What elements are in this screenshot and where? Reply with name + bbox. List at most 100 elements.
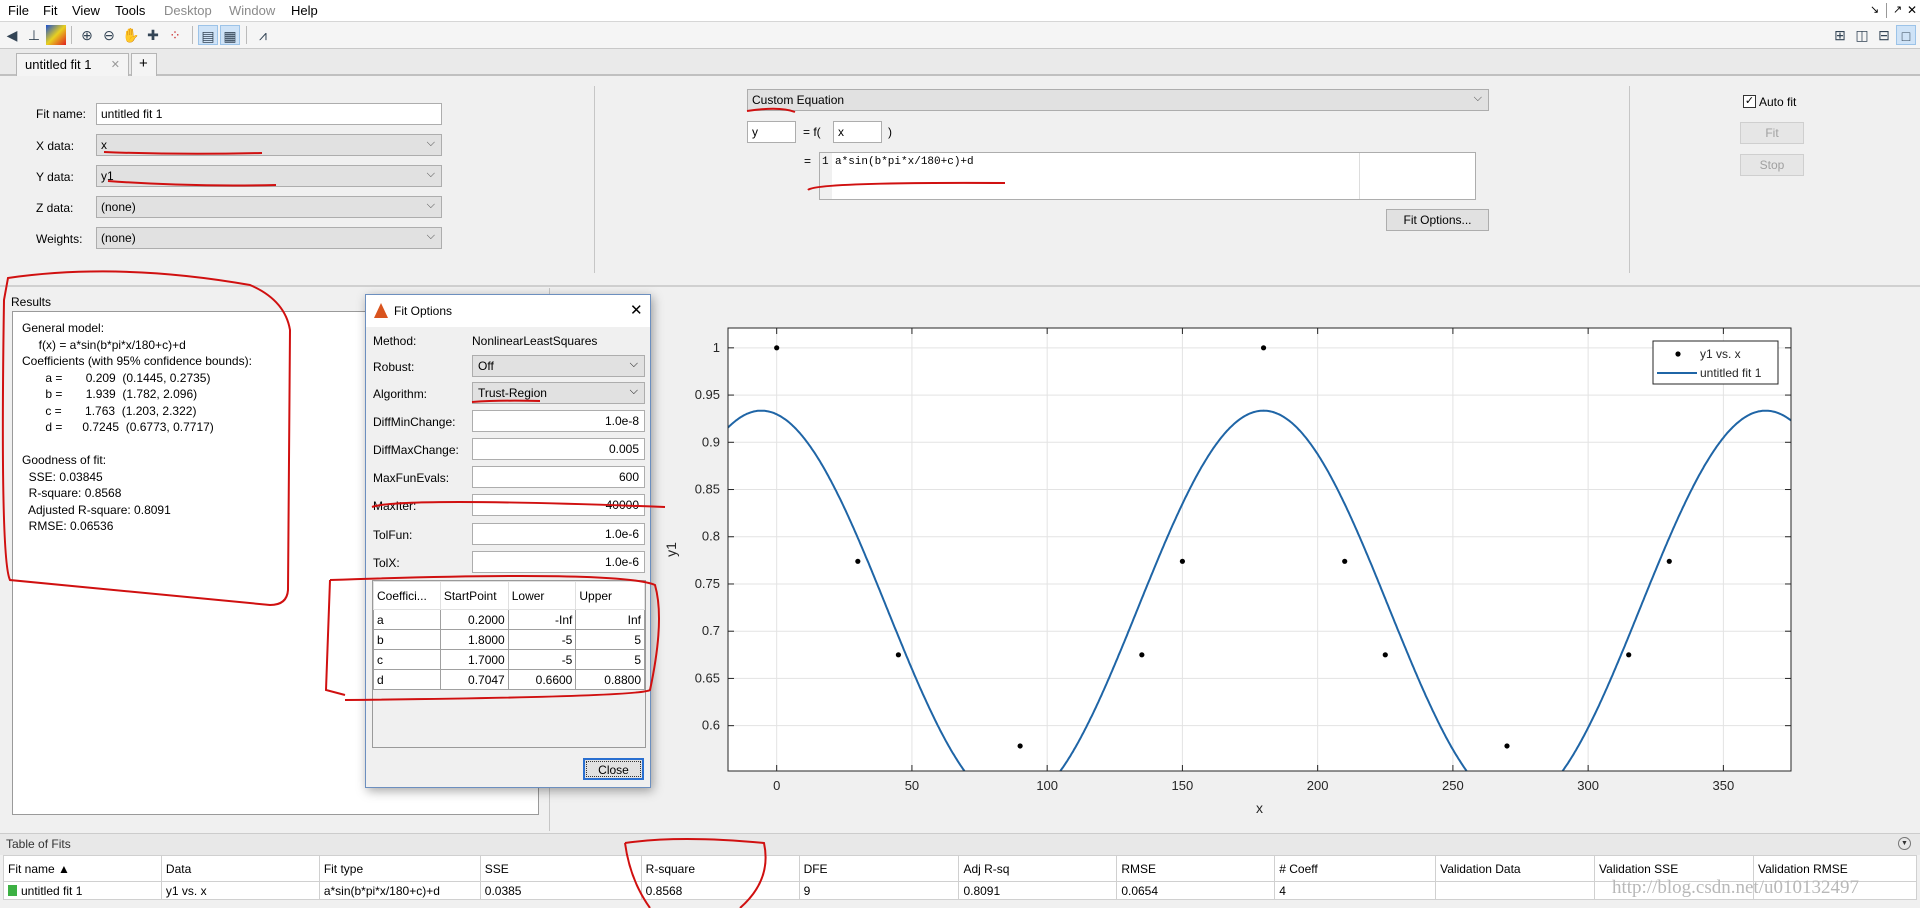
toolbar: ◀ ⊥ ⊕ ⊖ ✋ ✚ ⁘ ▤ ▦ ⩘ ⊞ ◫ ⊟ □ — [0, 22, 1920, 49]
stop-button[interactable]: Stop — [1740, 154, 1804, 176]
z-data-select[interactable]: (none) ⌵ — [96, 196, 442, 218]
column-header[interactable]: DFE — [798, 855, 960, 882]
cell-fit-name[interactable]: untitled fit 1 — [3, 881, 162, 900]
x-data-select[interactable]: x ⌵ — [96, 134, 442, 156]
pan-hand-icon[interactable]: ✋ — [121, 25, 141, 45]
column-header[interactable]: StartPoint — [439, 581, 509, 610]
cell[interactable]: Inf — [575, 609, 645, 630]
tolfun-input[interactable]: 1.0e-6 — [472, 523, 645, 545]
matlab-logo-icon — [374, 303, 388, 318]
column-header[interactable]: Fit name ▲ — [3, 855, 162, 882]
column-header[interactable]: Lower — [507, 581, 577, 610]
equation-editor[interactable]: 1 a*sin(b*pi*x/180+c)+d — [819, 152, 1476, 200]
robust-label: Robust: — [373, 360, 415, 374]
method-value: NonlinearLeastSquares — [472, 334, 598, 348]
column-header[interactable]: Coeffici... — [373, 581, 441, 610]
zoom-out-icon[interactable]: ⊖ — [99, 25, 119, 45]
layout-columns-icon[interactable]: ◫ — [1852, 25, 1872, 45]
menu-file[interactable]: File — [8, 3, 29, 18]
column-header[interactable]: # Coeff — [1274, 855, 1437, 882]
z-data-label: Z data: — [36, 201, 74, 215]
maxfunevals-input[interactable]: 600 — [472, 466, 645, 488]
cell: 0.0385 — [479, 881, 642, 900]
y-data-select[interactable]: y1 ⌵ — [96, 165, 442, 187]
exclude-outliers-icon[interactable]: ⁘ — [165, 25, 185, 45]
dock-icon[interactable]: ↗ — [1893, 3, 1902, 16]
data-cursor-icon[interactable]: ✚ — [143, 25, 163, 45]
cell[interactable]: 0.2000 — [439, 609, 509, 630]
column-header[interactable]: RMSE — [1116, 855, 1276, 882]
column-header[interactable]: Fit type — [318, 855, 481, 882]
cell[interactable]: -5 — [507, 649, 577, 670]
independent-variable-input[interactable]: x — [833, 121, 882, 143]
tab-untitled-fit-1[interactable]: untitled fit 1 ✕ — [16, 53, 129, 76]
cell[interactable]: -5 — [507, 629, 577, 650]
fit-name-input[interactable]: untitled fit 1 — [96, 103, 442, 125]
cell[interactable]: 0.8800 — [575, 669, 645, 690]
dialog-close-icon[interactable]: ✕ — [630, 301, 643, 319]
close-button[interactable]: Close — [583, 758, 644, 780]
fit-options-button[interactable]: Fit Options... — [1386, 209, 1489, 231]
table-header-row: Coeffici... StartPoint Lower Upper — [373, 581, 645, 610]
dependent-variable-input[interactable]: y — [747, 121, 796, 143]
menu-fit[interactable]: Fit — [43, 3, 57, 18]
tab-close-icon[interactable]: ✕ — [111, 58, 120, 71]
cell[interactable]: 1.8000 — [439, 629, 509, 650]
legend-icon[interactable]: ▤ — [198, 25, 218, 45]
watermark: http://blog.csdn.net/u010132497 — [1612, 877, 1859, 898]
back-icon[interactable]: ◀ — [2, 25, 22, 45]
layout-single-icon[interactable]: □ — [1896, 25, 1916, 45]
x-tick-label: 350 — [1713, 778, 1735, 793]
menu-window[interactable]: Window — [229, 3, 275, 18]
auto-fit-checkbox[interactable]: ✓ — [1743, 95, 1756, 108]
zoom-in-icon[interactable]: ⊕ — [77, 25, 97, 45]
tolx-input[interactable]: 1.0e-6 — [472, 551, 645, 573]
chevron-down-icon: ⌵ — [426, 230, 435, 242]
data-point — [774, 345, 780, 351]
fit-type-select[interactable]: Custom Equation ⌵ — [747, 89, 1489, 111]
data-point — [1342, 558, 1348, 564]
weights-select[interactable]: (none) ⌵ — [96, 227, 442, 249]
close-icon[interactable]: ✕ — [1907, 3, 1917, 17]
layout-grid-icon[interactable]: ⊞ — [1830, 25, 1850, 45]
menu-desktop[interactable]: Desktop — [164, 3, 212, 18]
grid-icon[interactable]: ▦ — [220, 25, 240, 45]
column-header[interactable]: SSE — [479, 855, 642, 882]
column-header[interactable]: Adj R-sq — [958, 855, 1118, 882]
column-header[interactable]: Upper — [575, 581, 645, 610]
new-tab-button[interactable]: + — [131, 53, 157, 76]
cell[interactable]: 5 — [575, 629, 645, 650]
dialog-title-bar[interactable]: Fit Options ✕ — [366, 295, 650, 327]
column-header[interactable]: R-square — [640, 855, 800, 882]
cell[interactable]: 0.7047 — [439, 669, 509, 690]
column-header[interactable]: Data — [160, 855, 320, 882]
plot-area[interactable] — [728, 328, 1791, 771]
axes-limits-icon[interactable]: ⩘ — [253, 25, 273, 45]
table-row: a 0.2000 -Inf Inf — [373, 609, 645, 630]
fit-button[interactable]: Fit — [1740, 122, 1804, 144]
data-point — [855, 558, 861, 564]
equation-text[interactable]: a*sin(b*pi*x/180+c)+d — [835, 156, 974, 168]
robust-select[interactable]: Off ⌵ — [472, 355, 645, 377]
menu-view[interactable]: View — [72, 3, 100, 18]
maxiter-input[interactable]: 40000 — [472, 494, 645, 516]
menu-help[interactable]: Help — [291, 3, 318, 18]
cell[interactable]: 0.6600 — [507, 669, 577, 690]
diffminchange-input[interactable]: 1.0e-8 — [472, 410, 645, 432]
column-header[interactable]: Validation Data — [1435, 855, 1596, 882]
cell[interactable]: -Inf — [507, 609, 577, 630]
algorithm-select[interactable]: Trust-Region ⌵ — [472, 382, 645, 404]
layout-rows-icon[interactable]: ⊟ — [1874, 25, 1894, 45]
menu-tools[interactable]: Tools — [115, 3, 145, 18]
undock-icon[interactable]: ↘ — [1870, 3, 1879, 16]
close-paren-label: ) — [888, 125, 892, 139]
data-icon[interactable]: ⊥ — [24, 25, 44, 45]
cell[interactable]: 5 — [575, 649, 645, 670]
data-point — [1504, 743, 1510, 749]
fit-plot[interactable]: 0 50 100 150 200 250 300 350 0.6 0.65 0.7 0.75 0.8 0.… — [550, 288, 1920, 831]
colormap-icon[interactable] — [46, 25, 66, 45]
cell[interactable]: 1.7000 — [439, 649, 509, 670]
diffmaxchange-input[interactable]: 0.005 — [472, 438, 645, 460]
fit-options-dialog: Fit Options ✕ Method: NonlinearLeastSqua… — [365, 294, 651, 788]
collapse-icon[interactable]: ▼ — [1898, 837, 1911, 850]
